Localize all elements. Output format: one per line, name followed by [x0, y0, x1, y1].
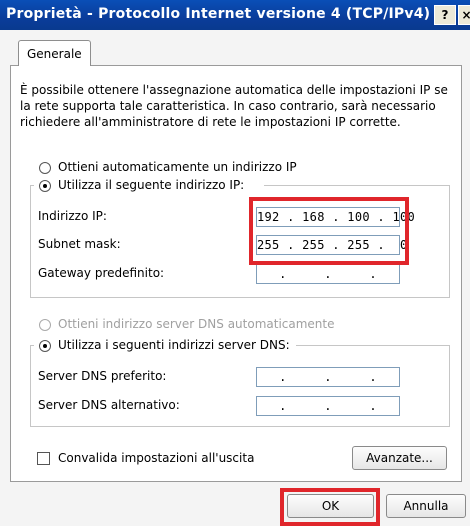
subnet-mask-label: Subnet mask:: [38, 237, 121, 251]
help-button[interactable]: ?: [434, 5, 456, 25]
tab-generale[interactable]: Generale: [18, 40, 91, 66]
window-title: Proprietà - Protocollo Internet versione…: [6, 6, 431, 22]
title-bar: Proprietà - Protocollo Internet versione…: [0, 0, 470, 30]
ok-highlight-box: [280, 488, 380, 526]
cancel-button[interactable]: Annulla: [386, 494, 466, 518]
radio-manual-ip[interactable]: [39, 180, 51, 192]
advanced-button[interactable]: Avanzate...: [352, 446, 447, 470]
radio-auto-ip-label[interactable]: Ottieni automaticamente un indirizzo IP: [58, 160, 297, 174]
gateway-label: Gateway predefinito:: [38, 266, 165, 280]
gateway-input[interactable]: . . .: [256, 264, 400, 284]
preferred-dns-label: Server DNS preferito:: [38, 369, 167, 383]
ip-address-label: Indirizzo IP:: [38, 209, 107, 223]
validate-checkbox-label[interactable]: Convalida impostazioni all'uscita: [58, 451, 254, 465]
alternate-dns-label: Server DNS alternativo:: [38, 398, 180, 412]
alternate-dns-input[interactable]: . . .: [256, 396, 400, 416]
validate-checkbox[interactable]: [37, 452, 50, 465]
close-button[interactable]: ×: [458, 5, 470, 25]
radio-auto-dns-label[interactable]: Ottieni indirizzo server DNS automaticam…: [58, 317, 335, 331]
radio-manual-dns-label[interactable]: Utilizza i seguenti indirizzi server DNS…: [58, 338, 290, 352]
radio-auto-dns[interactable]: [39, 319, 51, 331]
description-text: È possibile ottenere l'assegnazione auto…: [20, 83, 448, 129]
radio-manual-dns[interactable]: [39, 340, 51, 352]
ip-address-input[interactable]: 192 . 168 . 100 . 100: [256, 207, 415, 227]
preferred-dns-input[interactable]: . . .: [256, 367, 400, 387]
radio-manual-ip-label[interactable]: Utilizza il seguente indirizzo IP:: [58, 178, 244, 192]
radio-auto-ip[interactable]: [39, 162, 51, 174]
subnet-mask-input[interactable]: 255 . 255 . 255 . 0: [256, 235, 407, 255]
